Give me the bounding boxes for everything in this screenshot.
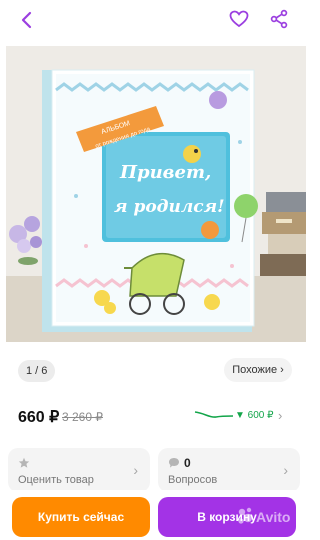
questions-count: 0 [184,456,191,470]
chevron-right-icon: › [283,462,288,478]
old-price: 3 260 ₽ [62,410,103,424]
album-title-line1: Привет, [119,162,211,183]
photo-counter: 1 / 6 [18,360,56,382]
rate-product-label: Оценить товар [18,474,94,486]
questions-label: Вопросов [168,474,218,486]
product-photo-canvas: АЛЬБОМ от рождения до года Привет, я род… [6,46,306,342]
price-trend-value[interactable]: ▼ 600 ₽ [235,410,274,421]
books-decoration [260,192,306,276]
album-title-line2: я родился! [114,197,225,217]
chevron-left-icon[interactable] [16,9,38,31]
heart-icon[interactable] [228,8,250,30]
star-icon [18,457,30,468]
rate-product-card[interactable]: Оценить товар › [8,448,150,492]
price-trend-line-icon [194,411,234,418]
avito-watermark-logo: Avito [238,507,290,525]
similar-button[interactable]: Похожие › [224,358,292,382]
current-price: 660 ₽ [18,409,60,426]
watermark-text: Avito [256,509,290,525]
chevron-right-icon: › [133,462,138,478]
questions-card[interactable]: 0 Вопросов › [158,448,300,492]
product-photo[interactable]: АЛЬБОМ от рождения до года Привет, я род… [6,46,306,342]
price-history-chevron-icon[interactable]: › [278,408,282,423]
top-bar [0,0,312,44]
chat-bubble-icon [169,458,179,468]
share-icon[interactable] [268,8,290,30]
buy-now-button[interactable]: Купить сейчас [12,497,150,537]
